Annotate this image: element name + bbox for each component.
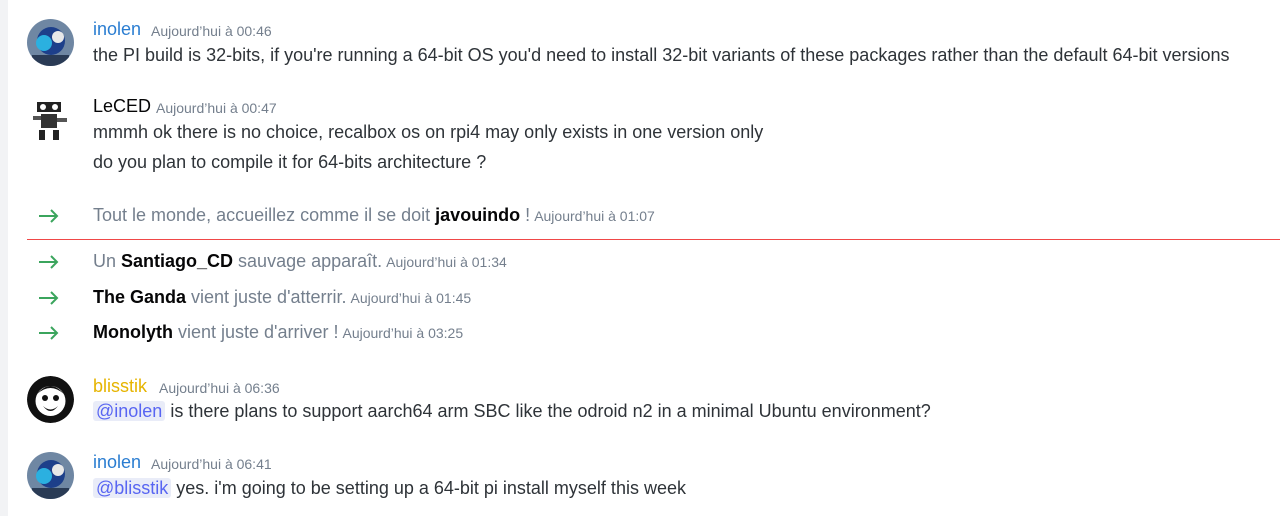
username[interactable]: blisstik [93, 376, 147, 397]
system-message-text: Un Santiago_CD sauvage apparaît. Aujourd’… [93, 251, 507, 272]
timestamp: Aujourd’hui à 06:41 [151, 456, 272, 472]
system-text-suffix: sauvage apparaît. [233, 251, 383, 271]
timestamp: Aujourd’hui à 00:47 [156, 100, 277, 116]
username[interactable]: LeCED [93, 96, 151, 117]
message-text: @blisstik yes. i'm going to be setting u… [93, 478, 686, 499]
member-name[interactable]: Santiago_CD [121, 251, 233, 271]
member-name[interactable]: The Ganda [93, 287, 186, 307]
timestamp: Aujourd’hui à 01:07 [534, 208, 655, 224]
avatar[interactable] [27, 96, 74, 143]
user-mention[interactable]: @inolen [93, 401, 166, 421]
system-text-suffix: vient juste d'arriver ! [172, 322, 339, 342]
system-text-prefix: Un [93, 251, 122, 271]
message-body: yes. i'm going to be setting up a 64-bit… [171, 478, 686, 498]
username[interactable]: inolen [93, 19, 141, 40]
message-text: @inolen is there plans to support aarch6… [93, 401, 931, 422]
system-message-text: Tout le monde, accueillez comme il se do… [93, 205, 655, 226]
system-message: The Ganda vient juste d'atterrir. Aujourd… [0, 283, 1280, 313]
system-text-suffix: vient juste d'atterrir. [186, 287, 347, 307]
timestamp: Aujourd’hui à 06:36 [159, 380, 280, 396]
system-message-text: The Ganda vient juste d'atterrir. Aujourd… [93, 287, 471, 308]
system-text-suffix: ! [520, 205, 531, 225]
username[interactable]: inolen [93, 452, 141, 473]
system-message: Tout le monde, accueillez comme il se do… [0, 201, 1280, 231]
avatar[interactable] [27, 452, 74, 499]
arrow-right-icon [38, 283, 62, 313]
message-text: the PI build is 32-bits, if you're runni… [93, 45, 1230, 65]
member-name[interactable]: javouindo [435, 205, 520, 225]
avatar[interactable] [27, 19, 74, 66]
timestamp: Aujourd’hui à 01:45 [350, 290, 472, 306]
system-text-prefix: Tout le monde, accueillez comme il se do… [93, 205, 436, 225]
timestamp: Aujourd’hui à 03:25 [342, 325, 464, 341]
message-text: do you plan to compile it for 64-bits ar… [93, 152, 487, 172]
system-message-text: Monolyth vient juste d'arriver ! Aujourd’… [93, 322, 463, 343]
user-mention[interactable]: @blisstik [93, 478, 172, 498]
system-message: Un Santiago_CD sauvage apparaît. Aujourd’… [0, 247, 1280, 277]
message-text: mmmh ok there is no choice, recalbox os … [93, 122, 764, 142]
avatar[interactable] [27, 376, 74, 423]
timestamp: Aujourd’hui à 00:46 [151, 23, 272, 39]
new-messages-divider [27, 239, 1280, 240]
system-message: Monolyth vient juste d'arriver ! Aujourd’… [0, 318, 1280, 348]
member-name[interactable]: Monolyth [93, 322, 173, 342]
message-body: is there plans to support aarch64 arm SB… [165, 401, 931, 421]
arrow-right-icon [38, 247, 62, 277]
timestamp: Aujourd’hui à 01:34 [386, 254, 507, 270]
arrow-right-icon [38, 318, 62, 348]
arrow-right-icon [38, 201, 62, 231]
